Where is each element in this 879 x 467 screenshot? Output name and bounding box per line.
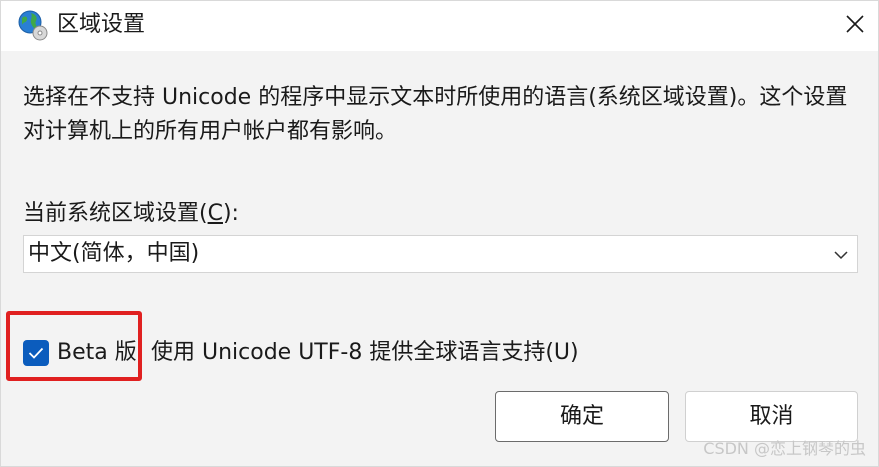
title-bar: 区域设置 <box>1 1 878 51</box>
description-text: 选择在不支持 Unicode 的程序中显示文本时所使用的语言(系统区域设置)。这… <box>23 85 848 144</box>
ok-button[interactable]: 确定 <box>495 391 669 442</box>
system-locale-label: 当前系统区域设置(C): <box>23 198 239 230</box>
window-title: 区域设置 <box>57 12 146 37</box>
system-locale-value: 中文(简体，中国) <box>28 241 200 266</box>
globe-icon <box>17 9 49 41</box>
locale-label-suffix: ): <box>222 201 239 226</box>
region-settings-dialog: 区域设置 选择在不支持 Unicode 的程序中显示文本时所使用的语言(系统区域… <box>0 0 879 467</box>
watermark-text: CSDN @恋上钢琴的虫 <box>703 439 866 458</box>
locale-label-mnemonic: C <box>207 201 223 226</box>
close-icon <box>846 15 864 33</box>
beta-label[interactable]: Beta 版 <box>57 337 137 369</box>
system-locale-dropdown[interactable]: 中文(简体，中国) <box>23 235 858 273</box>
utf8-checkbox[interactable] <box>23 340 49 366</box>
utf8-option-label[interactable]: 使用 Unicode UTF-8 提供全球语言支持(U) <box>151 337 579 369</box>
cancel-button[interactable]: 取消 <box>685 391 858 442</box>
close-button[interactable] <box>832 1 878 49</box>
chevron-down-icon <box>833 247 849 261</box>
checkmark-icon <box>28 347 44 359</box>
locale-label-prefix: 当前系统区域设置( <box>23 201 208 226</box>
